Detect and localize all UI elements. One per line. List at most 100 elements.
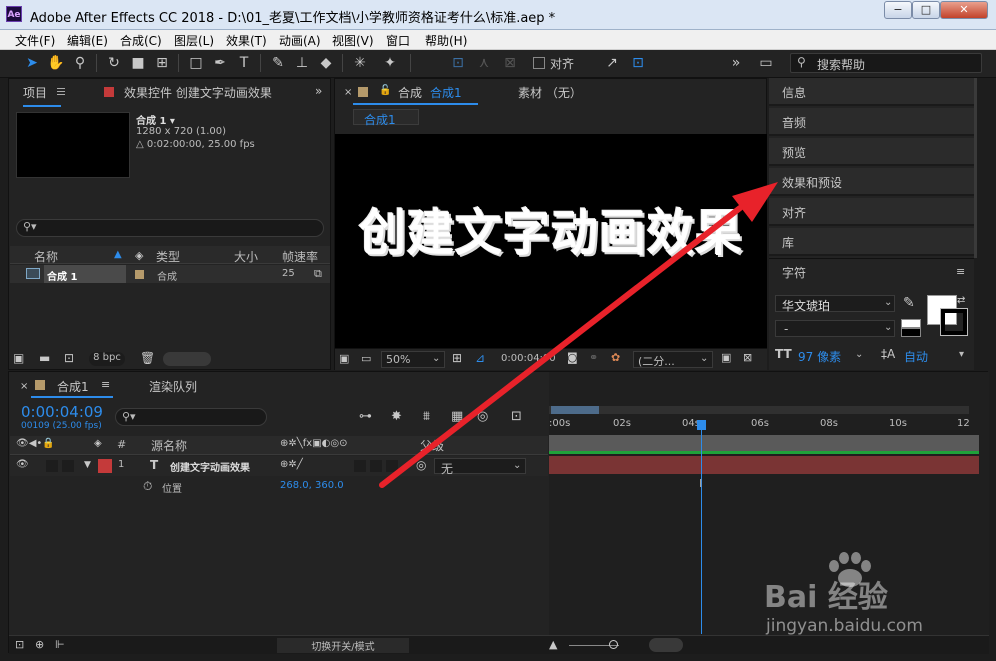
column-size[interactable]: 大小 [234, 248, 258, 265]
snap-checkbox[interactable] [533, 57, 545, 69]
search-help-input[interactable]: ⚲ 搜索帮助 [790, 53, 982, 73]
label-color-swatch[interactable] [135, 270, 144, 279]
switch-cell[interactable] [354, 460, 366, 472]
lock-switch[interactable] [62, 460, 74, 472]
fit-frame-icon[interactable]: ⊞ [452, 351, 462, 365]
view-axis-icon[interactable]: ⊠ [500, 53, 520, 73]
project-scrollbar[interactable] [163, 352, 211, 366]
clone-stamp-tool-icon[interactable]: ⊥ [292, 53, 312, 73]
eyedropper-icon[interactable]: ✎ [903, 295, 915, 311]
comp-name[interactable]: 合成 1 ▾ [136, 112, 175, 127]
monitor-icon[interactable]: ▭ [361, 352, 371, 365]
tab-project[interactable]: 项目 [23, 84, 47, 101]
menu-effect[interactable]: 效果(T) [226, 32, 267, 49]
chevron-down-icon[interactable]: ⌄ [855, 349, 863, 360]
show-snapshot-icon[interactable]: ⚭ [589, 351, 598, 364]
viewer-timecode[interactable]: 0:00:04:00 [501, 353, 556, 364]
label-tag-icon[interactable]: ◈ [135, 249, 143, 262]
menu-edit[interactable]: 编辑(E) [67, 32, 108, 49]
current-timecode[interactable]: 0:00:04:09 [21, 403, 103, 421]
property-value[interactable]: 268.0, 360.0 [280, 480, 344, 491]
column-type[interactable]: 类型 [156, 248, 180, 265]
column-fps[interactable]: 帧速率 [282, 248, 318, 265]
parent-select[interactable]: 无 ⌄ [434, 458, 526, 476]
swap-colors-icon[interactable]: ⇄ [957, 295, 965, 306]
set-white-swatch[interactable] [901, 319, 921, 328]
bit-depth-button[interactable]: 8 bpc [89, 352, 125, 366]
new-folder-icon[interactable]: ▬ [39, 351, 50, 365]
timeline-scrollbar[interactable] [649, 638, 683, 652]
tab-footage[interactable]: 素材 （无） [518, 84, 582, 101]
resolution-select[interactable]: (二分... ⌄ [633, 351, 713, 368]
tab-composition[interactable]: 合成 [398, 84, 422, 101]
panel-menu-icon[interactable]: ≡ [101, 378, 110, 391]
shy-layers-icon[interactable]: ⩩ [423, 409, 430, 424]
libraries-panel-tab[interactable]: 库 [769, 228, 974, 256]
interpret-footage-icon[interactable]: ▣ [13, 351, 24, 365]
align-panel-tab[interactable]: 对齐 [769, 198, 974, 226]
roto-brush-tool-icon[interactable]: ✳ [350, 53, 370, 73]
pen-tool-icon[interactable]: ✒ [210, 53, 230, 73]
layer-switch-icons[interactable]: ⊕✲╱ [280, 459, 303, 470]
position-property-row[interactable]: ⏱ 位置 268.0, 360.0 [10, 476, 548, 496]
maximize-button[interactable]: □ [912, 1, 940, 19]
font-style-select[interactable]: - ⌄ [775, 320, 895, 337]
snap-features-icon[interactable]: ⊡ [628, 53, 648, 73]
preview-panel-tab[interactable]: 预览 [769, 138, 974, 166]
tab-render-queue[interactable]: 渲染队列 [149, 378, 197, 395]
set-black-swatch[interactable] [901, 328, 921, 337]
visibility-eye-icon[interactable]: 👁 [16, 459, 29, 470]
brush-tool-icon[interactable]: ✎ [268, 53, 288, 73]
timeline-search-input[interactable]: ⚲▾ [115, 408, 267, 426]
new-composition-icon[interactable]: ⊡ [64, 351, 74, 365]
motion-blur-icon[interactable]: ◎ [477, 409, 488, 424]
comp-breadcrumb[interactable]: 合成1 [353, 109, 419, 127]
selection-tool-icon[interactable]: ➤ [22, 53, 42, 73]
right-panels-scrollbar[interactable] [974, 78, 977, 258]
solo-switch[interactable] [46, 460, 58, 472]
draft-3d-icon[interactable]: ✸ [391, 409, 402, 424]
snap-options-icon[interactable]: ↗ [602, 53, 622, 73]
project-item-row[interactable]: 合成 1 合成 25 ⧉ [10, 265, 330, 283]
stroke-color-swatch[interactable] [940, 308, 968, 336]
always-preview-icon[interactable]: ▣ [339, 352, 349, 365]
leading-value[interactable]: 自动 [904, 348, 928, 365]
column-source-name[interactable]: 源名称 [151, 437, 187, 454]
composition-canvas[interactable]: 创建文字动画效果 [335, 134, 767, 348]
delete-icon[interactable]: 🗑 [140, 351, 155, 365]
rectangle-tool-icon[interactable]: □ [186, 53, 206, 73]
zoom-out-icon[interactable]: ▲ [549, 638, 557, 651]
snapshot-icon[interactable]: ◙ [567, 351, 578, 364]
fast-preview-icon[interactable]: ⊠ [743, 351, 752, 364]
zoom-tool-icon[interactable]: ⚲ [70, 53, 90, 73]
audio-panel-tab[interactable]: 音频 [769, 108, 974, 136]
rotate-tool-icon[interactable]: ↻ [104, 53, 124, 73]
panel-overflow-icon[interactable]: » [315, 84, 322, 98]
font-family-select[interactable]: 华文琥珀 ⌄ [775, 295, 895, 313]
close-tab-icon[interactable]: × [344, 87, 352, 98]
workspace-menu-icon[interactable]: ▭ [756, 53, 776, 73]
item-name[interactable]: 合成 1 [47, 268, 77, 283]
layer-duration-bar[interactable] [549, 456, 979, 474]
menu-layer[interactable]: 图层(L) [174, 32, 214, 49]
close-button[interactable]: ✕ [940, 1, 988, 19]
column-parent[interactable]: 父级 [420, 437, 444, 454]
project-search-input[interactable]: ⚲▾ [16, 219, 324, 237]
comp-flowchart-icon[interactable]: ⊶ [359, 409, 372, 424]
stopwatch-icon[interactable]: ⏱ [143, 479, 152, 494]
layer-row[interactable]: 👁 ▼ 1 T 创建文字动画效果 ⊕✲╱ ◎ 无 ⌄ [10, 456, 548, 476]
modes-toggle-icon[interactable]: ⊕ [35, 638, 44, 651]
pick-whip-icon[interactable]: ◎ [416, 458, 426, 472]
tab-timeline-comp[interactable]: 合成1 [57, 378, 89, 395]
playhead-handle[interactable] [697, 420, 706, 430]
eraser-tool-icon[interactable]: ◆ [316, 53, 336, 73]
camera-tool-icon[interactable]: ■ [128, 53, 148, 73]
menu-composition[interactable]: 合成(C) [120, 32, 162, 49]
layer-name[interactable]: 创建文字动画效果 [170, 459, 250, 474]
region-of-interest-icon[interactable]: ⊿ [475, 351, 485, 365]
channel-icon[interactable]: ✿ [611, 351, 620, 364]
font-size-value[interactable]: 97 像素 [798, 348, 841, 365]
pan-behind-tool-icon[interactable]: ⊞ [152, 53, 172, 73]
sort-ascending-icon[interactable]: ▲ [114, 249, 122, 260]
column-name[interactable]: 名称 [34, 248, 58, 265]
